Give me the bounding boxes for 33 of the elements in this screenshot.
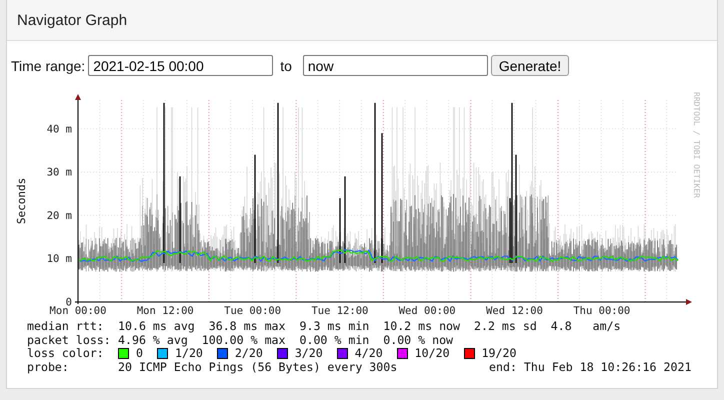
- x-tick-label: Tue 00:00: [224, 305, 282, 317]
- loss-color-label: 0: [136, 347, 143, 360]
- x-tick-label: Wed 00:00: [398, 305, 456, 317]
- loss-color-label: 4/20: [354, 347, 383, 360]
- end-time: end: Thu Feb 18 10:26:16 2021: [489, 360, 692, 374]
- probe-description: 20 ICMP Echo Pings (56 Bytes) every 300s: [118, 360, 398, 374]
- y-tick-label: 40 m: [46, 123, 72, 136]
- to-field[interactable]: now: [302, 55, 488, 76]
- y-tick-label: 30 m: [46, 166, 72, 179]
- legend-value: 10.6 ms avg 36.8 ms max 9.3 ms min 10.2 ms now 2.2 ms sd 4.8 am/s: [118, 320, 621, 334]
- legend-label: loss color:: [27, 347, 105, 360]
- panel-title: Navigator Graph: [17, 12, 128, 28]
- legend-value: 4.96 % avg 100.00 % max 0.00 % min 0.00 % now: [118, 334, 454, 347]
- loss-color-label: 19/20: [482, 347, 516, 360]
- time-range-label: Time range:: [11, 58, 86, 74]
- y-axis-title: Seconds: [15, 178, 28, 224]
- to-label: to: [280, 58, 292, 74]
- legend-label: probe:: [27, 360, 70, 374]
- loss-color-label: 10/20: [414, 347, 450, 360]
- loss-color-label: 1/20: [174, 347, 203, 360]
- x-tick-label: Thu 00:00: [573, 305, 630, 317]
- from-field[interactable]: 2021-02-15 00:00: [88, 55, 274, 76]
- watermark-credit: RRDTOOL / TOBI OETIKER: [692, 92, 701, 198]
- loss-color-label: 3/20: [294, 347, 323, 360]
- legend-label: median rtt:: [27, 320, 105, 334]
- x-tick-label: Wed 12:00: [486, 305, 543, 317]
- legend-label: packet loss:: [27, 334, 112, 347]
- x-tick-label: Mon 12:00: [136, 305, 194, 317]
- loss-color-label: 2/20: [234, 347, 263, 360]
- generate-button[interactable]: Generate!: [490, 55, 570, 76]
- y-tick-label: 20 m: [46, 210, 72, 222]
- y-tick-label: 10 m: [46, 253, 72, 266]
- x-tick-label: Tue 12:00: [311, 305, 368, 317]
